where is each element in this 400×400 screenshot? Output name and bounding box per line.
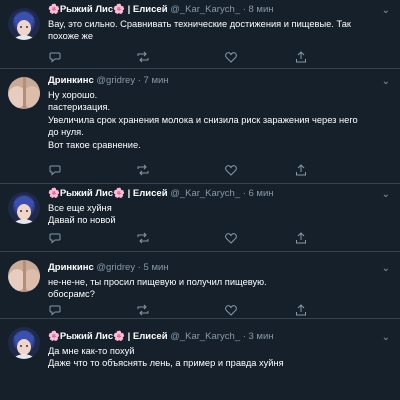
text-line: Вау, это сильно. Сравнивать технические …: [48, 19, 351, 29]
share-icon[interactable]: [294, 231, 308, 245]
reply-icon[interactable]: [48, 163, 62, 177]
text-line: Ну хорошо.: [48, 90, 98, 100]
avatar-drinkins[interactable]: [8, 260, 40, 292]
text-line: до нуля.: [48, 127, 84, 138]
author-affiliation[interactable]: | Елисей: [128, 331, 168, 342]
author-affiliation[interactable]: | Елисей: [128, 188, 168, 199]
more-options-icon[interactable]: ⌄: [382, 264, 390, 274]
flower-emoji: 🌸: [48, 331, 60, 342]
avatar-fox[interactable]: [8, 192, 40, 224]
tweet-actions: [48, 231, 308, 245]
tweet-4[interactable]: 🌸Рыжий Лис🌸 | Елисей @_Kar_Karych_ · 3 м…: [0, 319, 400, 400]
retweet-icon[interactable]: [136, 231, 150, 245]
author-handle[interactable]: @gridrey: [96, 75, 135, 86]
tweet-actions: [48, 303, 308, 317]
author-affiliation[interactable]: | Елисей: [128, 4, 168, 15]
tweet-time[interactable]: 3 мин: [249, 331, 274, 342]
like-icon[interactable]: [224, 303, 238, 317]
author-handle[interactable]: @_Kar_Karych_: [170, 4, 240, 15]
tweet-text: Ну хорошо. пастеризация. Увеличила срок …: [48, 89, 390, 151]
tweet-time[interactable]: 6 мин: [249, 188, 274, 199]
tweet-actions: [48, 163, 308, 177]
avatar-fox[interactable]: [8, 8, 40, 40]
text-line: Давай по новой: [48, 215, 116, 226]
reply-icon[interactable]: [48, 231, 62, 245]
flower-emoji: 🌸: [113, 331, 125, 342]
share-icon[interactable]: [294, 163, 308, 177]
separator-dot: ·: [137, 262, 141, 273]
tweet-text: Вау, это сильно. Сравнивать технические …: [48, 18, 390, 43]
separator-dot: ·: [242, 188, 246, 199]
avatar-drinkins[interactable]: [8, 77, 40, 109]
text-line: не-не-не, ты просил пищевую и получил пи…: [48, 277, 267, 287]
author-handle[interactable]: @gridrey: [96, 262, 135, 273]
like-icon[interactable]: [224, 163, 238, 177]
flower-emoji: 🌸: [48, 4, 60, 15]
separator-dot: ·: [242, 331, 246, 342]
reply-icon[interactable]: [48, 303, 62, 317]
flower-emoji: 🌸: [113, 188, 125, 199]
author-handle[interactable]: @_Kar_Karych_: [170, 331, 240, 342]
text-line: похоже же: [48, 31, 94, 42]
author-name[interactable]: Рыжий Лис: [60, 4, 113, 15]
author-name[interactable]: Рыжий Лис: [60, 331, 113, 342]
retweet-icon[interactable]: [136, 163, 150, 177]
tweet-0[interactable]: 🌸Рыжий Лис🌸 | Елисей @_Kar_Karych_ · 8 м…: [0, 0, 400, 68]
text-line: Вот такое сравнение.: [48, 139, 141, 150]
tweet-text: Да мне как-то похуй Даже что то объяснят…: [48, 345, 390, 370]
retweet-icon[interactable]: [136, 50, 150, 64]
tweet-1[interactable]: Дринкинс @gridrey · 7 мин ⌄ Ну хорошо. п…: [0, 69, 400, 183]
share-icon[interactable]: [294, 50, 308, 64]
author-name[interactable]: Дринкинс: [48, 262, 94, 273]
reply-icon[interactable]: [48, 50, 62, 64]
author-name[interactable]: Рыжий Лис: [60, 188, 113, 199]
retweet-icon[interactable]: [136, 303, 150, 317]
tweet-text: Все еще хуйня Давай по новой: [48, 202, 390, 227]
more-options-icon[interactable]: ⌄: [382, 333, 390, 343]
flower-emoji: 🌸: [48, 188, 60, 199]
author-handle[interactable]: @_Kar_Karych_: [170, 188, 240, 199]
text-line: Да мне как-то похуй: [48, 346, 135, 356]
tweet-text: не-не-не, ты просил пищевую и получил пи…: [48, 276, 390, 301]
tweet-3[interactable]: Дринкинс @gridrey · 5 мин ⌄ не-не-не, ты…: [0, 252, 400, 318]
flower-emoji: 🌸: [113, 4, 125, 15]
text-line: пастеризация.: [48, 102, 111, 113]
text-line: Увеличила срок хранения молока и снизила…: [48, 114, 358, 125]
tweet-time[interactable]: 8 мин: [249, 4, 274, 15]
tweet-time[interactable]: 7 мин: [144, 75, 169, 86]
more-options-icon[interactable]: ⌄: [382, 77, 390, 87]
more-options-icon[interactable]: ⌄: [382, 190, 390, 200]
avatar-fox[interactable]: [8, 327, 40, 359]
like-icon[interactable]: [224, 50, 238, 64]
tweet-time[interactable]: 5 мин: [144, 262, 169, 273]
like-icon[interactable]: [224, 231, 238, 245]
separator-dot: ·: [137, 75, 141, 86]
tweet-actions: [48, 50, 308, 64]
text-line: Все еще хуйня: [48, 203, 112, 213]
text-line: Даже что то объяснять лень, а пример и п…: [48, 358, 284, 369]
text-line: обосрамс?: [48, 289, 95, 300]
share-icon[interactable]: [294, 303, 308, 317]
more-options-icon[interactable]: ⌄: [382, 6, 390, 16]
separator-dot: ·: [242, 4, 246, 15]
tweet-2[interactable]: 🌸Рыжий Лис🌸 | Елисей @_Kar_Karych_ · 6 м…: [0, 184, 400, 251]
author-name[interactable]: Дринкинс: [48, 75, 94, 86]
